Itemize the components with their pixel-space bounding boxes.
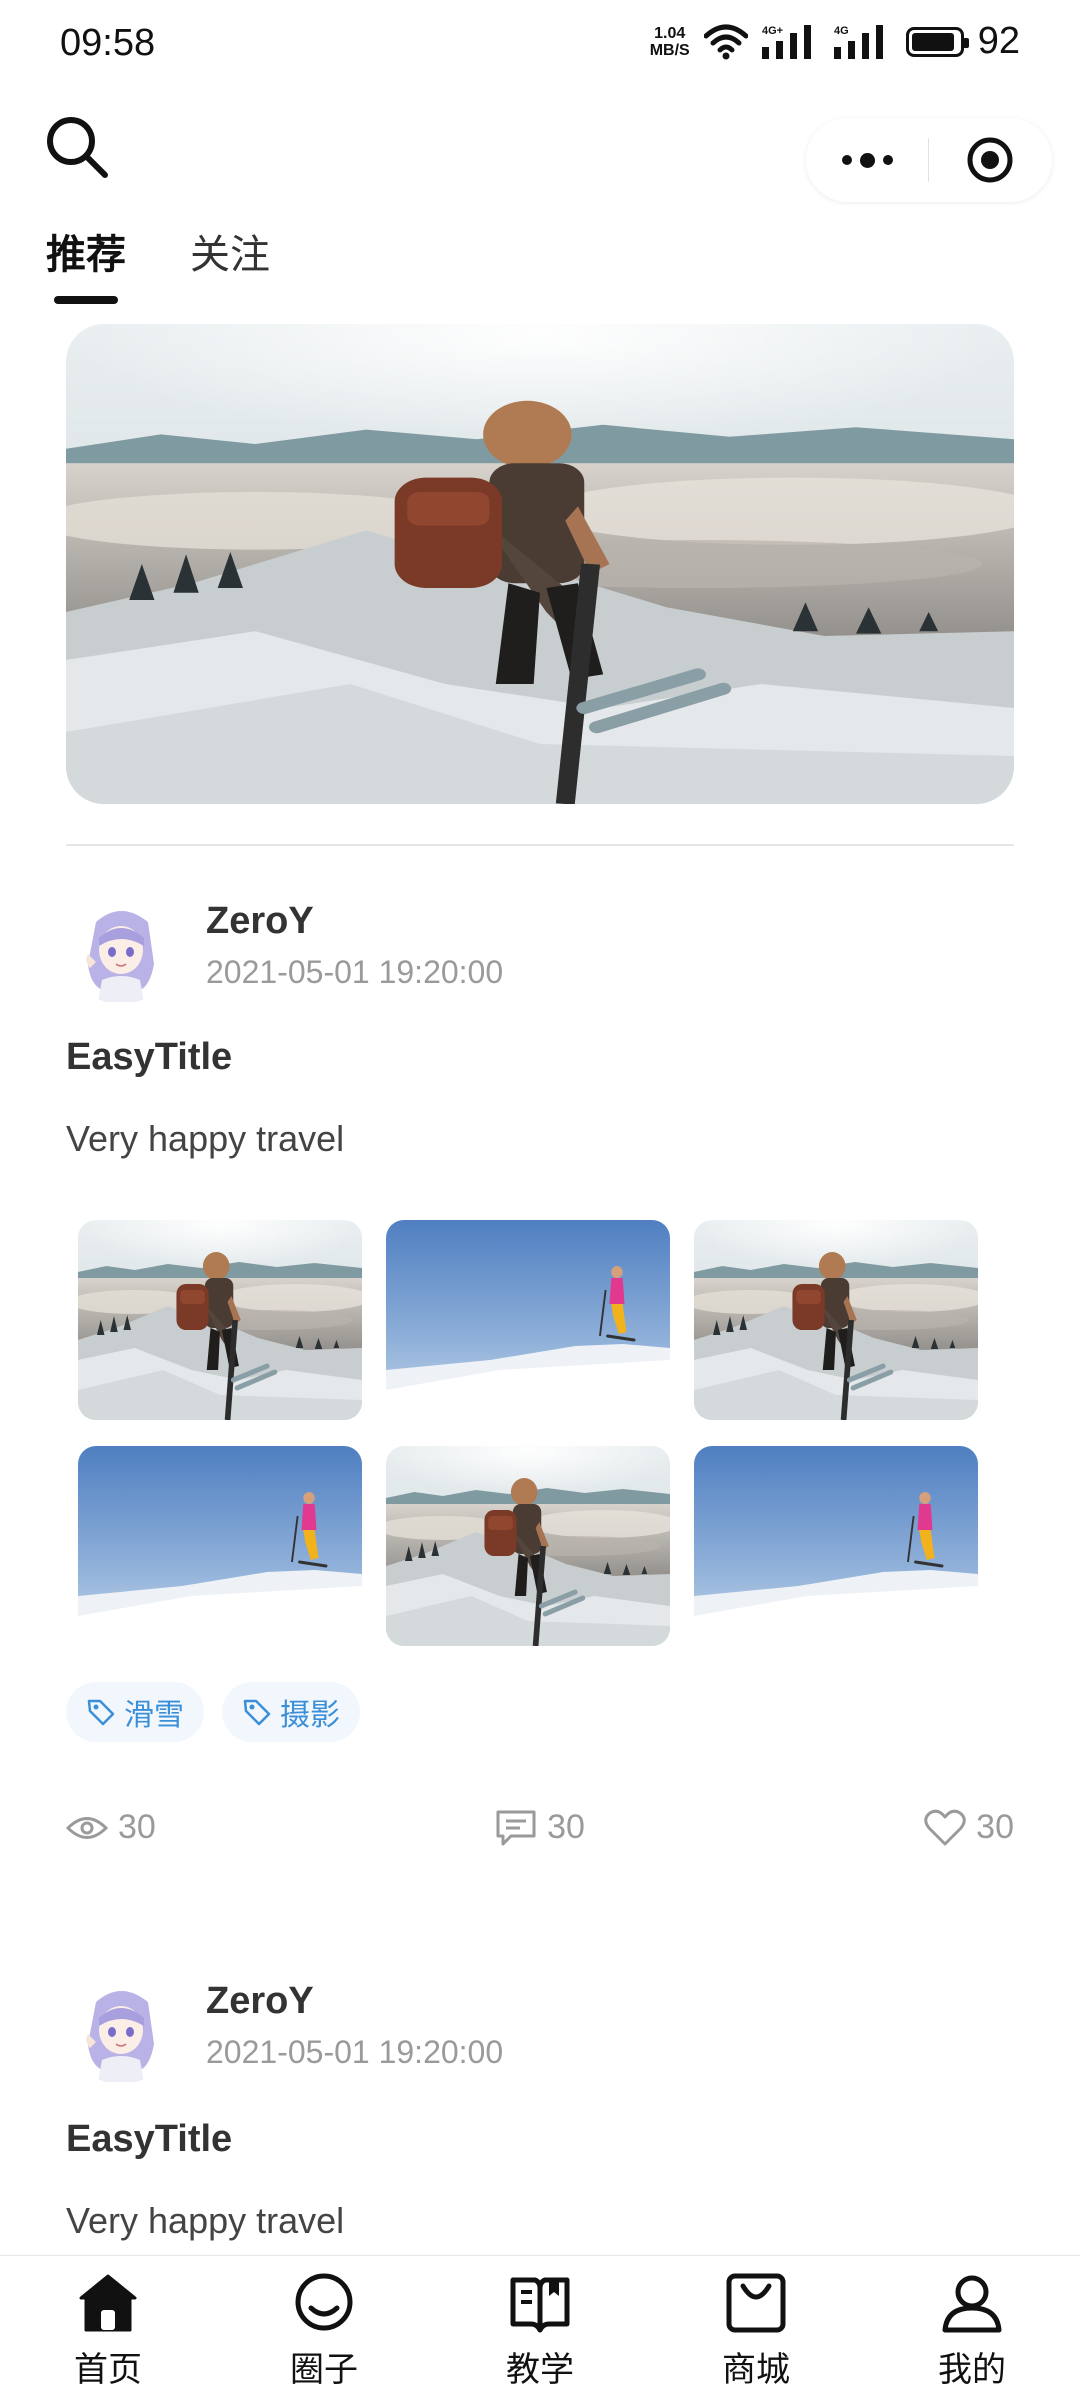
post-title: EasyTitle: [66, 1036, 233, 1078]
comment-icon: [496, 1810, 536, 1845]
signal-label-2: 4G: [834, 25, 849, 37]
tag-icon: [243, 1699, 271, 1726]
nav-item-teaching[interactable]: 教学: [432, 2256, 648, 2400]
gallery-image[interactable]: [694, 1446, 978, 1646]
battery-fill: [911, 32, 955, 51]
nav-item-profile[interactable]: 我的: [864, 2256, 1080, 2400]
more-button[interactable]: [806, 118, 928, 202]
dot-icon: [859, 152, 875, 168]
tag-label: 滑雪: [124, 1699, 184, 1732]
post-description: Very happy travel: [66, 2200, 345, 2241]
banner-image[interactable]: [66, 324, 1014, 804]
user-icon: [942, 2275, 1002, 2333]
post-title: EasyTitle: [66, 2118, 233, 2160]
signal-label: 4G+: [762, 25, 783, 37]
dot-icon: [882, 155, 893, 165]
tag-list: 滑雪 摄影: [66, 1682, 360, 1742]
gallery-image[interactable]: [386, 1446, 670, 1646]
post-time: 2021-05-01 19:20:00: [206, 954, 504, 990]
avatar[interactable]: [66, 894, 176, 1004]
tag-icon: [87, 1699, 115, 1726]
chat-bubble-icon: [295, 2273, 353, 2331]
gallery-image[interactable]: [78, 1446, 362, 1646]
nav-item-home[interactable]: 首页: [0, 2256, 216, 2400]
post-stats: 30 30 30: [66, 1808, 1014, 1847]
nav-label: 圈子: [290, 2351, 358, 2389]
home-icon: [79, 2274, 137, 2332]
search-icon[interactable]: [42, 112, 112, 182]
comments-count: 30: [547, 1808, 585, 1846]
nav-label: 我的: [938, 2351, 1006, 2389]
nav-label: 首页: [74, 2351, 142, 2389]
signal-icon-2: 4G: [833, 24, 883, 59]
status-time: 09:58: [60, 22, 156, 64]
wifi-icon: [703, 24, 748, 59]
tag-chip[interactable]: 摄影: [222, 1682, 360, 1742]
gallery-image[interactable]: [386, 1220, 670, 1420]
divider: [66, 844, 1014, 846]
network-speed: 1.04 MB/S: [650, 25, 690, 59]
bottom-nav: 首页 圈子 教学 商城 我的: [0, 2255, 1080, 2400]
close-miniprogram-button[interactable]: [929, 118, 1051, 202]
dot-icon: [841, 155, 852, 165]
nav-item-circle[interactable]: 圈子: [216, 2256, 432, 2400]
shopping-bag-icon: [726, 2273, 786, 2333]
screen: 09:58 1.04 MB/S 4G+ 4G 92 推荐 关注 ZeroY 20…: [0, 0, 1080, 2400]
battery-icon: [905, 26, 969, 57]
views-stat: 30: [66, 1808, 156, 1847]
tag-label: 摄影: [280, 1699, 340, 1732]
feed-tabs: 推荐 关注: [46, 222, 270, 304]
battery-level: 92: [977, 20, 1020, 62]
banner-photo: [66, 324, 1014, 804]
views-count: 30: [118, 1808, 156, 1846]
likes-stat[interactable]: 30: [924, 1808, 1014, 1847]
likes-count: 30: [976, 1808, 1014, 1846]
tag-chip[interactable]: 滑雪: [66, 1682, 204, 1742]
post-time: 2021-05-01 19:20:00: [206, 2034, 504, 2070]
status-bar: 09:58 1.04 MB/S 4G+ 4G 92: [0, 0, 1080, 96]
nav-label: 教学: [506, 2351, 574, 2389]
status-icons: 1.04 MB/S 4G+ 4G 92: [650, 20, 1020, 63]
nav-item-shop[interactable]: 商城: [648, 2256, 864, 2400]
network-speed-unit: MB/S: [649, 41, 690, 59]
heart-icon: [924, 1809, 966, 1845]
image-gallery: [78, 1220, 984, 1646]
network-speed-value: 1.04: [654, 24, 686, 42]
eye-icon: [66, 1816, 108, 1839]
author-name[interactable]: ZeroY: [206, 900, 314, 943]
tab-following[interactable]: 关注: [190, 222, 270, 280]
author-name[interactable]: ZeroY: [206, 1980, 314, 2023]
gallery-image[interactable]: [78, 1220, 362, 1420]
gallery-image[interactable]: [694, 1220, 978, 1420]
signal-icon: 4G+: [761, 24, 811, 59]
comments-stat[interactable]: 30: [495, 1808, 585, 1847]
target-icon: [967, 137, 1013, 183]
capsule-menu: [806, 118, 1052, 202]
book-icon: [510, 2277, 570, 2333]
nav-label: 商城: [722, 2351, 790, 2389]
tab-recommend[interactable]: 推荐: [46, 222, 126, 304]
post-description: Very happy travel: [66, 1118, 345, 1159]
avatar[interactable]: [66, 1974, 176, 2084]
